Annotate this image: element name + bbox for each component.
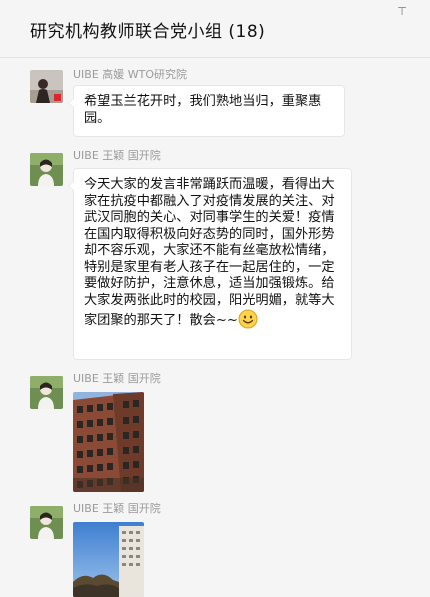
avatar[interactable] — [30, 70, 63, 103]
message-bubble[interactable]: 今天大家的发言非常踊跃而温暖，看得出大家在抗疫中都融入了对疫情发展的关注、对武汉… — [68, 168, 352, 360]
message-text: 今天大家的发言非常踊跃而温暖，看得出大家在抗疫中都融入了对疫情发展的关注、对武汉… — [84, 177, 335, 328]
avatar[interactable] — [30, 506, 63, 539]
message-image[interactable] — [73, 392, 144, 492]
avatar[interactable] — [30, 153, 63, 186]
avatar-image — [30, 506, 63, 539]
campus-sky-photo — [73, 522, 144, 597]
avatar-image — [30, 153, 63, 186]
chat-header: 研究机构教师联合党小组 (18) ⊤ — [0, 0, 430, 58]
sender-name: UIBE 王颖 国开院 — [73, 149, 161, 162]
campus-building-photo — [73, 392, 144, 492]
smile-icon — [238, 309, 258, 329]
sender-name: UIBE 王颖 国开院 — [73, 372, 161, 385]
avatar[interactable] — [30, 376, 63, 409]
avatar-image — [30, 376, 63, 409]
sender-name: UIBE 王颖 国开院 — [73, 502, 161, 515]
message-image[interactable] — [73, 522, 144, 597]
message-bubble[interactable]: 希望玉兰花开时，我们熟地当归，重聚惠园。 — [68, 85, 345, 137]
chat-title: 研究机构教师联合党小组 (18) — [30, 22, 266, 42]
avatar-image — [30, 70, 63, 103]
sender-name: UIBE 高媛 WTO研究院 — [73, 68, 188, 81]
message-text: 希望玉兰花开时，我们熟地当归，重聚惠园。 — [84, 94, 322, 126]
pin-icon[interactable]: ⊤ — [396, 6, 408, 18]
